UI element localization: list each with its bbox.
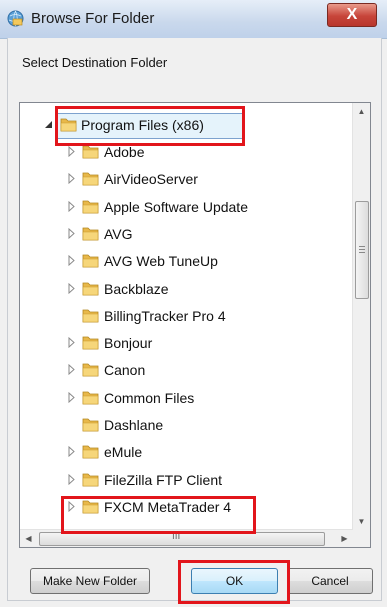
- scroll-down-arrow-icon[interactable]: ▼: [353, 513, 370, 530]
- make-new-folder-button[interactable]: Make New Folder: [30, 568, 150, 594]
- tree-item-label: AVG Web TuneUp: [104, 253, 218, 270]
- tree-item[interactable]: BillingTracker Pro 4: [20, 304, 352, 328]
- tree-item-label: AirVideoServer: [104, 171, 198, 188]
- vertical-scrollbar[interactable]: ▲ ▼: [352, 103, 370, 530]
- scroll-left-arrow-icon[interactable]: ◀: [20, 530, 37, 547]
- vertical-scroll-thumb[interactable]: [355, 201, 369, 299]
- tree-item-label: eMule: [104, 444, 143, 461]
- folder-icon: [82, 336, 99, 350]
- tree-item[interactable]: Apple Software Update: [20, 195, 352, 219]
- expanded-arrow-icon[interactable]: [44, 119, 53, 130]
- collapsed-arrow-icon[interactable]: [67, 364, 76, 376]
- annotation-box-program-files: [55, 106, 245, 146]
- tree-item-label: Common Files: [104, 389, 195, 406]
- title-bar: Browse For Folder X: [0, 0, 387, 39]
- folder-tree[interactable]: ▲ ▼ ◀ III ▶ Program Files (x86) Adobe AirV…: [19, 102, 371, 548]
- collapsed-arrow-icon[interactable]: [67, 337, 76, 349]
- tree-item[interactable]: Canon: [20, 358, 352, 382]
- collapsed-arrow-icon[interactable]: [67, 200, 76, 212]
- tree-item[interactable]: AirVideoServer: [20, 167, 352, 191]
- instruction-text: Select Destination Folder: [22, 55, 168, 70]
- collapsed-arrow-icon[interactable]: [67, 146, 76, 157]
- tree-item-label: BillingTracker Pro 4: [104, 307, 226, 324]
- collapsed-arrow-icon[interactable]: [67, 227, 76, 239]
- scrollbar-corner: [353, 530, 370, 547]
- tree-item[interactable]: FileZilla FTP Client: [20, 468, 352, 492]
- collapsed-arrow-icon[interactable]: [67, 446, 76, 458]
- tree-item-label: Bonjour: [104, 335, 153, 352]
- folder-icon: [82, 254, 99, 268]
- tree-item[interactable]: Common Files: [20, 386, 352, 410]
- collapsed-arrow-icon[interactable]: [67, 391, 76, 403]
- cancel-button[interactable]: Cancel: [287, 568, 373, 594]
- tree-item-label: Dashlane: [104, 417, 164, 433]
- tree-item[interactable]: eMule: [20, 440, 352, 464]
- close-button[interactable]: X: [327, 3, 377, 27]
- annotation-box-fxcm: [61, 496, 256, 534]
- tree-item-label: Apple Software Update: [104, 198, 248, 215]
- folder-icon: [82, 200, 99, 213]
- folder-icon: [82, 309, 99, 323]
- folder-icon: [82, 363, 99, 377]
- folder-icon: [82, 172, 99, 186]
- window-title: Browse For Folder: [31, 10, 155, 27]
- folder-icon: [82, 391, 99, 405]
- folder-icon: [82, 473, 99, 486]
- grip-line: [359, 249, 365, 250]
- tree-item[interactable]: Dashlane: [20, 413, 352, 437]
- annotation-box-ok: [178, 560, 290, 604]
- collapsed-arrow-icon[interactable]: [67, 473, 76, 485]
- collapsed-arrow-icon[interactable]: [67, 173, 76, 185]
- grip-line: [359, 252, 365, 253]
- collapsed-arrow-icon[interactable]: [67, 282, 76, 294]
- tree-item[interactable]: AVG: [20, 222, 352, 246]
- folder-icon: [82, 227, 99, 241]
- tree-item[interactable]: Bonjour: [20, 331, 352, 355]
- folder-icon: [82, 418, 99, 432]
- folder-icon: [82, 282, 99, 295]
- tree-item[interactable]: Backblaze: [20, 277, 352, 301]
- globe-folder-icon: [7, 10, 24, 27]
- tree-item-label: AVG: [104, 225, 133, 242]
- tree-item[interactable]: AVG Web TuneUp: [20, 249, 352, 273]
- tree-item-label: Backblaze: [104, 280, 169, 297]
- tree-item-label: Canon: [104, 362, 146, 379]
- folder-icon: [82, 445, 99, 459]
- tree-item-label: FileZilla FTP Client: [104, 471, 222, 488]
- grip-line: [359, 246, 365, 247]
- tree-item-label: Adobe: [104, 144, 145, 160]
- horizontal-scroll-thumb[interactable]: III: [39, 531, 325, 546]
- scroll-right-arrow-icon[interactable]: ▶: [336, 530, 353, 547]
- scroll-up-arrow-icon[interactable]: ▲: [353, 103, 370, 120]
- collapsed-arrow-icon[interactable]: [67, 255, 76, 267]
